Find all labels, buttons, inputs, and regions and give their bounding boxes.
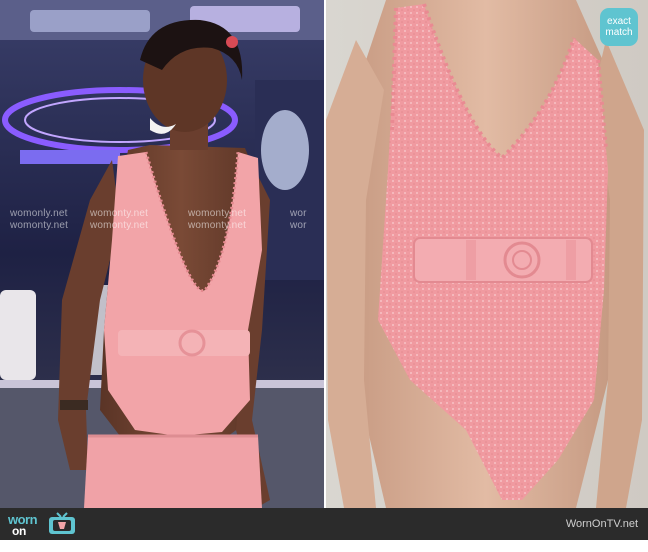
badge-line-2: match bbox=[605, 27, 633, 38]
site-name: WornOnTV.net bbox=[565, 518, 638, 530]
footer-bar: worn on tv WornOnTV.net bbox=[0, 508, 648, 552]
left-photo-scene bbox=[0, 0, 324, 508]
watermark: womonty.net bbox=[10, 220, 69, 231]
product-photo-scene bbox=[326, 0, 648, 508]
watermark: womonty.net bbox=[188, 208, 247, 219]
badge-line-1: exact bbox=[607, 16, 631, 27]
tv-icon bbox=[46, 512, 78, 536]
logo-word-on-tv: on tv bbox=[12, 524, 27, 552]
watermark: womonty.net bbox=[90, 220, 149, 231]
watermark: womonty.net bbox=[188, 220, 247, 231]
watermark: wor bbox=[290, 208, 307, 219]
watermark: womonty.net bbox=[90, 208, 149, 219]
exact-match-badge: exact match bbox=[600, 8, 638, 46]
watermark: wor bbox=[290, 220, 307, 231]
left-photo: womonly.net womonty.net womonty.net wor … bbox=[0, 0, 324, 508]
right-photo: exact match bbox=[326, 0, 648, 508]
watermark: womonly.net bbox=[10, 208, 68, 219]
